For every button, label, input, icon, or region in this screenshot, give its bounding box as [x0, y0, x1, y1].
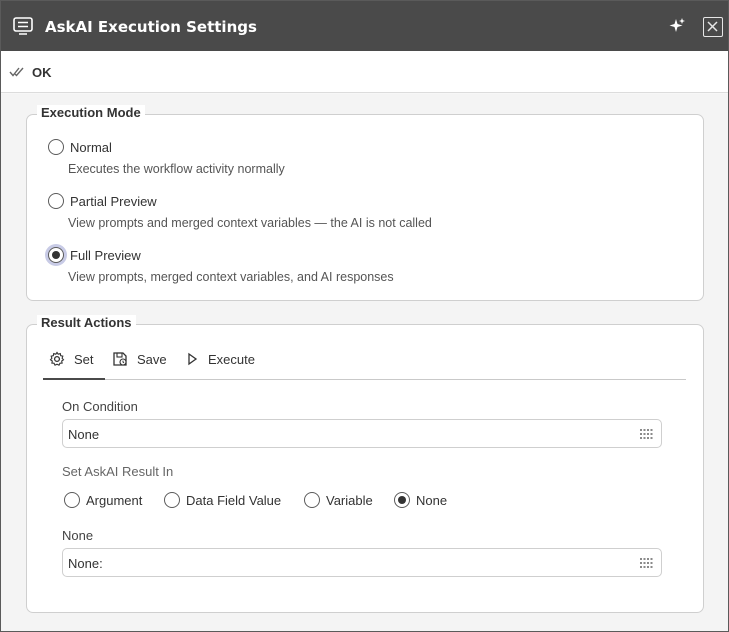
title-bar: AskAI Execution Settings	[1, 1, 728, 51]
settings-dialog-icon	[13, 17, 33, 38]
pin-sparkle-icon[interactable]	[667, 16, 687, 39]
none-label: None	[416, 493, 448, 508]
execution-mode-legend: Execution Mode	[37, 105, 145, 120]
set-result-in-label: Set AskAI Result In	[62, 464, 174, 479]
radio-argument[interactable]	[64, 492, 80, 508]
grid-picker-icon[interactable]	[640, 429, 653, 439]
save-icon	[113, 352, 127, 366]
target-label: None	[62, 528, 94, 543]
tab-save-label: Save	[137, 351, 167, 367]
execution-mode-group: Execution Mode Normal Executes the workf…	[26, 105, 704, 301]
normal-description: Executes the workflow activity normally	[68, 162, 285, 176]
radio-full-preview[interactable]	[48, 247, 64, 263]
normal-label: Normal	[70, 140, 112, 155]
radio-none[interactable]	[394, 492, 410, 508]
target-value: None:	[68, 556, 103, 571]
radio-data-field-value[interactable]	[164, 492, 180, 508]
radio-variable[interactable]	[304, 492, 320, 508]
ok-label: OK	[32, 64, 52, 80]
grid-picker-icon[interactable]	[640, 558, 653, 568]
close-button[interactable]	[703, 17, 723, 37]
close-icon	[707, 21, 718, 32]
target-input[interactable]: None:	[62, 548, 662, 577]
partial-preview-description: View prompts and merged context variable…	[68, 216, 432, 230]
full-preview-description: View prompts, merged context variables, …	[68, 270, 394, 284]
dialog-title: AskAI Execution Settings	[45, 18, 257, 36]
partial-preview-label: Partial Preview	[70, 194, 157, 209]
toolbar: OK	[1, 51, 728, 93]
tab-save[interactable]: Save	[112, 339, 174, 379]
tab-set[interactable]: Set	[43, 339, 105, 380]
result-actions-group: Result Actions Set Save Execute On Condi…	[26, 315, 704, 613]
result-actions-legend: Result Actions	[37, 315, 136, 330]
radio-normal[interactable]	[48, 139, 64, 155]
tab-execute[interactable]: Execute	[187, 339, 262, 379]
ok-button[interactable]: OK	[9, 63, 52, 81]
double-check-icon	[9, 67, 24, 77]
tab-execute-label: Execute	[208, 351, 255, 367]
result-actions-tabs: Set Save Execute	[43, 339, 686, 380]
dialog-window: AskAI Execution Settings OK Execution Mo…	[0, 0, 729, 632]
data-field-value-label: Data Field Value	[186, 493, 282, 508]
radio-partial-preview[interactable]	[48, 193, 64, 209]
on-condition-input[interactable]: None	[62, 419, 662, 448]
on-condition-label: On Condition	[62, 399, 138, 414]
argument-label: Argument	[86, 493, 143, 508]
tab-set-label: Set	[74, 351, 94, 367]
gear-icon	[49, 351, 65, 366]
play-icon	[188, 352, 198, 366]
dialog-content: Execution Mode Normal Executes the workf…	[1, 94, 728, 631]
full-preview-label: Full Preview	[70, 248, 141, 263]
variable-label: Variable	[326, 493, 373, 508]
on-condition-value: None	[68, 427, 100, 442]
